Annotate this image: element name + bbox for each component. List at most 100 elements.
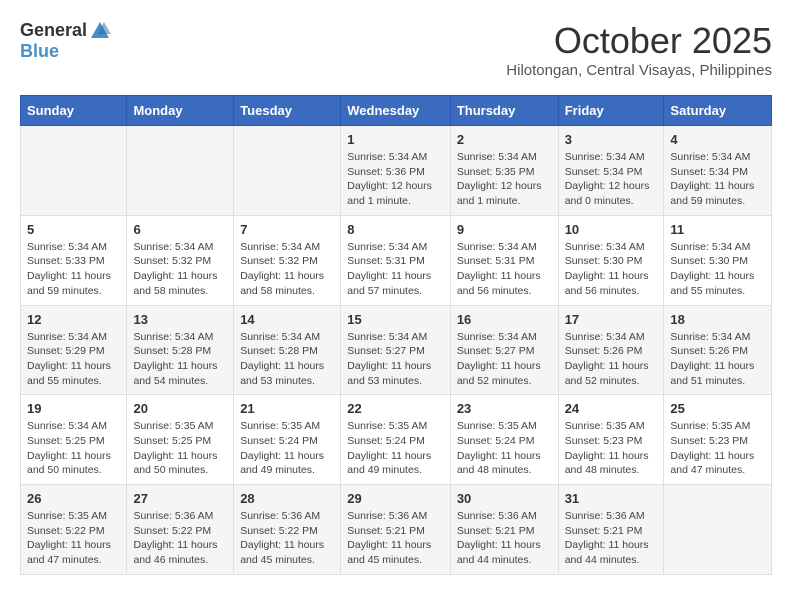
weekday-header-tuesday: Tuesday (234, 96, 341, 126)
day-number: 3 (565, 132, 658, 147)
calendar-day-9: 9Sunrise: 5:34 AM Sunset: 5:31 PM Daylig… (450, 215, 558, 305)
calendar-day-30: 30 Sunrise: 5:36 AM Sunset: 5:21 PM Dayli… (450, 485, 558, 575)
day-number: 13 (133, 312, 227, 327)
day-info: Sunrise: 5:34 AM Sunset: 5:33 PM Dayligh… (27, 241, 111, 297)
weekday-header-wednesday: Wednesday (341, 96, 451, 126)
day-number: 7 (240, 222, 334, 237)
calendar-day-3: 3 Sunrise: 5:34 AM Sunset: 5:34 PM Daylig… (558, 126, 664, 216)
calendar-day-18: 18 Sunrise: 5:34 AM Sunset: 5:26 PM Dayli… (664, 305, 772, 395)
calendar-day-empty (664, 485, 772, 575)
calendar-day-24: 24 Sunrise: 5:35 AM Sunset: 5:23 PM Dayli… (558, 395, 664, 485)
day-info: Sunrise: 5:34 AM Sunset: 5:26 PM Dayligh… (565, 331, 649, 387)
day-number: 22 (347, 401, 444, 416)
calendar-day-27: 27 Sunrise: 5:36 AM Sunset: 5:22 PM Dayli… (127, 485, 234, 575)
day-info: Sunrise: 5:36 AM Sunset: 5:22 PM Dayligh… (133, 510, 217, 566)
day-number: 21 (240, 401, 334, 416)
calendar-day-1: 1Sunrise: 5:34 AM Sunset: 5:36 PM Daylig… (341, 126, 451, 216)
calendar-day-29: 29 Sunrise: 5:36 AM Sunset: 5:21 PM Dayli… (341, 485, 451, 575)
page-header: General Blue October 2025 Hilotongan, Ce… (20, 20, 772, 79)
weekday-header-monday: Monday (127, 96, 234, 126)
day-info: Sunrise: 5:34 AM Sunset: 5:25 PM Dayligh… (27, 420, 111, 476)
day-number: 27 (133, 491, 227, 506)
calendar-week-row: 12Sunrise: 5:34 AM Sunset: 5:29 PM Dayli… (21, 305, 772, 395)
day-number: 1 (347, 132, 444, 147)
day-info: Sunrise: 5:36 AM Sunset: 5:21 PM Dayligh… (457, 510, 541, 566)
calendar-day-7: 7 Sunrise: 5:34 AM Sunset: 5:32 PM Daylig… (234, 215, 341, 305)
calendar-day-26: 26 Sunrise: 5:35 AM Sunset: 5:22 PM Dayli… (21, 485, 127, 575)
day-number: 16 (457, 312, 552, 327)
day-number: 23 (457, 401, 552, 416)
calendar-day-28: 28Sunrise: 5:36 AM Sunset: 5:22 PM Dayli… (234, 485, 341, 575)
day-info: Sunrise: 5:35 AM Sunset: 5:23 PM Dayligh… (565, 420, 649, 476)
weekday-header-thursday: Thursday (450, 96, 558, 126)
day-info: Sunrise: 5:34 AM Sunset: 5:30 PM Dayligh… (670, 241, 754, 297)
calendar-table: SundayMondayTuesdayWednesdayThursdayFrid… (20, 95, 772, 575)
day-info: Sunrise: 5:35 AM Sunset: 5:25 PM Dayligh… (133, 420, 217, 476)
day-info: Sunrise: 5:34 AM Sunset: 5:32 PM Dayligh… (240, 241, 324, 297)
calendar-day-empty (21, 126, 127, 216)
calendar-day-25: 25Sunrise: 5:35 AM Sunset: 5:23 PM Dayli… (664, 395, 772, 485)
calendar-day-21: 21Sunrise: 5:35 AM Sunset: 5:24 PM Dayli… (234, 395, 341, 485)
day-number: 19 (27, 401, 120, 416)
day-info: Sunrise: 5:36 AM Sunset: 5:21 PM Dayligh… (347, 510, 431, 566)
day-info: Sunrise: 5:34 AM Sunset: 5:26 PM Dayligh… (670, 331, 754, 387)
day-number: 20 (133, 401, 227, 416)
day-number: 6 (133, 222, 227, 237)
day-number: 30 (457, 491, 552, 506)
calendar-day-23: 23 Sunrise: 5:35 AM Sunset: 5:24 PM Dayli… (450, 395, 558, 485)
calendar-day-15: 15 Sunrise: 5:34 AM Sunset: 5:27 PM Dayli… (341, 305, 451, 395)
day-number: 5 (27, 222, 120, 237)
day-info: Sunrise: 5:34 AM Sunset: 5:30 PM Dayligh… (565, 241, 649, 297)
calendar-day-8: 8 Sunrise: 5:34 AM Sunset: 5:31 PM Daylig… (341, 215, 451, 305)
calendar-week-row: 1Sunrise: 5:34 AM Sunset: 5:36 PM Daylig… (21, 126, 772, 216)
calendar-day-2: 2 Sunrise: 5:34 AM Sunset: 5:35 PM Daylig… (450, 126, 558, 216)
day-info: Sunrise: 5:34 AM Sunset: 5:29 PM Dayligh… (27, 331, 111, 387)
day-info: Sunrise: 5:34 AM Sunset: 5:31 PM Dayligh… (347, 241, 431, 297)
day-number: 29 (347, 491, 444, 506)
day-info: Sunrise: 5:34 AM Sunset: 5:27 PM Dayligh… (347, 331, 431, 387)
weekday-header-row: SundayMondayTuesdayWednesdayThursdayFrid… (21, 96, 772, 126)
day-number: 9 (457, 222, 552, 237)
day-info: Sunrise: 5:34 AM Sunset: 5:35 PM Dayligh… (457, 151, 542, 207)
weekday-header-sunday: Sunday (21, 96, 127, 126)
day-info: Sunrise: 5:35 AM Sunset: 5:24 PM Dayligh… (347, 420, 431, 476)
calendar-day-17: 17Sunrise: 5:34 AM Sunset: 5:26 PM Dayli… (558, 305, 664, 395)
logo-general-text: General (20, 21, 87, 41)
day-number: 11 (670, 222, 765, 237)
day-info: Sunrise: 5:34 AM Sunset: 5:34 PM Dayligh… (565, 151, 650, 207)
day-number: 14 (240, 312, 334, 327)
calendar-day-empty (127, 126, 234, 216)
day-number: 18 (670, 312, 765, 327)
day-number: 8 (347, 222, 444, 237)
calendar-day-31: 31Sunrise: 5:36 AM Sunset: 5:21 PM Dayli… (558, 485, 664, 575)
day-info: Sunrise: 5:35 AM Sunset: 5:23 PM Dayligh… (670, 420, 754, 476)
day-number: 26 (27, 491, 120, 506)
day-number: 2 (457, 132, 552, 147)
day-info: Sunrise: 5:34 AM Sunset: 5:27 PM Dayligh… (457, 331, 541, 387)
month-title: October 2025 (506, 20, 772, 62)
weekday-header-friday: Friday (558, 96, 664, 126)
day-number: 10 (565, 222, 658, 237)
day-info: Sunrise: 5:34 AM Sunset: 5:28 PM Dayligh… (240, 331, 324, 387)
calendar-day-12: 12Sunrise: 5:34 AM Sunset: 5:29 PM Dayli… (21, 305, 127, 395)
day-info: Sunrise: 5:34 AM Sunset: 5:32 PM Dayligh… (133, 241, 217, 297)
weekday-header-saturday: Saturday (664, 96, 772, 126)
day-number: 24 (565, 401, 658, 416)
calendar-day-11: 11 Sunrise: 5:34 AM Sunset: 5:30 PM Dayli… (664, 215, 772, 305)
day-info: Sunrise: 5:35 AM Sunset: 5:24 PM Dayligh… (457, 420, 541, 476)
day-number: 15 (347, 312, 444, 327)
logo-icon (89, 20, 111, 42)
day-info: Sunrise: 5:36 AM Sunset: 5:22 PM Dayligh… (240, 510, 324, 566)
calendar-day-22: 22 Sunrise: 5:35 AM Sunset: 5:24 PM Dayli… (341, 395, 451, 485)
calendar-day-14: 14 Sunrise: 5:34 AM Sunset: 5:28 PM Dayli… (234, 305, 341, 395)
title-area: October 2025 Hilotongan, Central Visayas… (506, 20, 772, 79)
calendar-day-13: 13Sunrise: 5:34 AM Sunset: 5:28 PM Dayli… (127, 305, 234, 395)
day-info: Sunrise: 5:35 AM Sunset: 5:22 PM Dayligh… (27, 510, 111, 566)
calendar-day-10: 10 Sunrise: 5:34 AM Sunset: 5:30 PM Dayli… (558, 215, 664, 305)
calendar-day-20: 20 Sunrise: 5:35 AM Sunset: 5:25 PM Dayli… (127, 395, 234, 485)
calendar-day-6: 6 Sunrise: 5:34 AM Sunset: 5:32 PM Daylig… (127, 215, 234, 305)
calendar-week-row: 19 Sunrise: 5:34 AM Sunset: 5:25 PM Dayli… (21, 395, 772, 485)
logo-blue-text: Blue (20, 42, 59, 62)
logo: General Blue (20, 20, 111, 62)
day-info: Sunrise: 5:34 AM Sunset: 5:34 PM Dayligh… (670, 151, 754, 207)
